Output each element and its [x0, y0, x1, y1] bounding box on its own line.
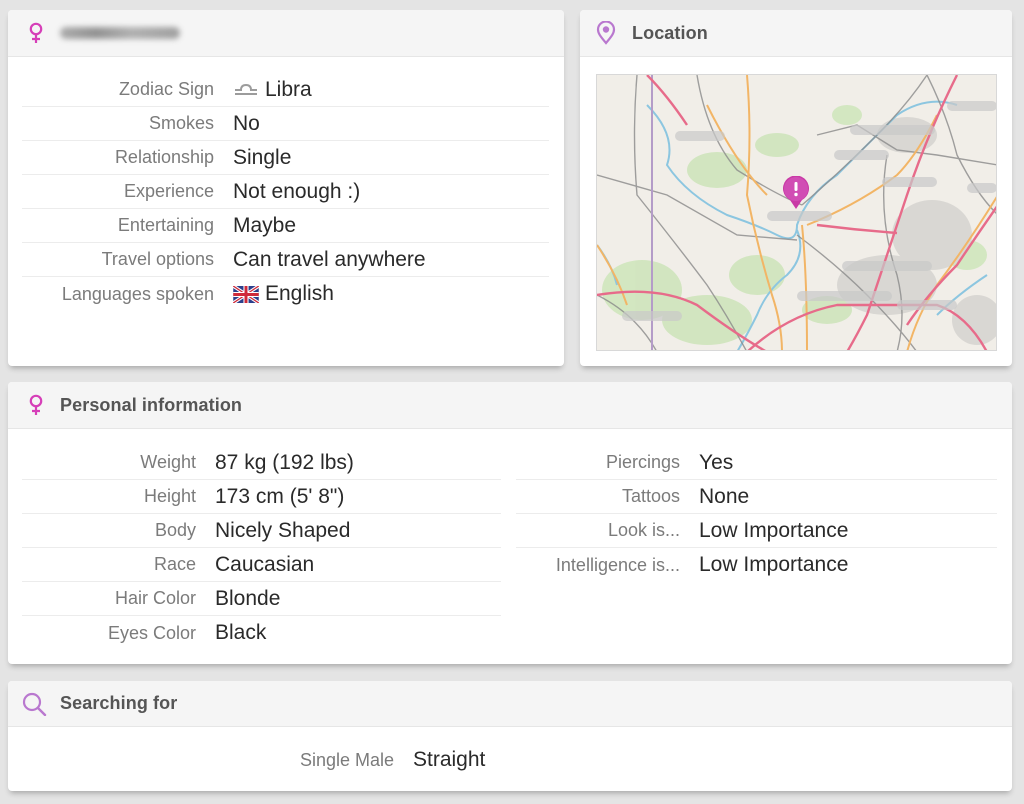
row-label: Zodiac Sign	[118, 79, 214, 99]
alert-marker-icon[interactable]	[782, 175, 810, 210]
row-label: Hair Color	[114, 588, 196, 608]
row-value: Low Importance	[699, 518, 849, 542]
search-icon	[22, 692, 48, 716]
searching-header: Searching for	[8, 681, 1012, 727]
row-value: None	[699, 484, 750, 508]
row-value: Libra	[233, 78, 312, 102]
row-value: Low Importance	[699, 553, 849, 576]
row-label: Travel options	[101, 249, 214, 269]
row-label: Experience	[123, 181, 214, 201]
username-blurred	[60, 27, 180, 39]
row-label: Piercings	[605, 452, 680, 472]
row-label: Tattoos	[621, 486, 680, 506]
map-canvas	[597, 75, 996, 350]
searching-row: Single Male Straight	[22, 743, 722, 777]
row-label: Height	[143, 486, 196, 506]
profile-row-zodiac: Zodiac Sign Libra	[22, 73, 549, 107]
personal-row-race: Race Caucasian	[22, 548, 501, 582]
profile-header	[8, 10, 564, 57]
row-value: 173 cm (5' 8")	[215, 484, 345, 508]
personal-row-body: Body Nicely Shaped	[22, 514, 501, 548]
row-label: Look is...	[607, 520, 680, 540]
personal-information-card: Personal information Weight 87 kg (192 l…	[8, 382, 1012, 664]
row-value: Blonde	[215, 586, 281, 610]
location-title: Location	[632, 22, 708, 43]
personal-row-tattoos: Tattoos None	[516, 480, 997, 514]
personal-row-weight: Weight 87 kg (192 lbs)	[22, 446, 501, 480]
row-label: Weight	[140, 452, 196, 472]
row-value: English	[233, 282, 334, 306]
libra-icon	[233, 83, 259, 96]
row-value: Single	[233, 145, 292, 169]
personal-header: Personal information	[8, 382, 1012, 429]
personal-left-rows: Weight 87 kg (192 lbs) Height 173 cm (5'…	[22, 446, 501, 650]
profile-row-relationship: Relationship Single	[22, 141, 549, 175]
personal-row-piercings: Piercings Yes	[516, 446, 997, 480]
personal-row-height: Height 173 cm (5' 8")	[22, 480, 501, 514]
searching-rows: Single Male Straight	[22, 743, 722, 777]
profile-row-smokes: Smokes No	[22, 107, 549, 141]
row-value: Nicely Shaped	[215, 518, 351, 542]
row-value: 87 kg (192 lbs)	[215, 450, 354, 474]
row-label: Languages spoken	[61, 283, 214, 304]
uk-flag-icon	[233, 285, 259, 303]
row-value: No	[233, 111, 260, 135]
row-label: Smokes	[148, 113, 214, 133]
row-label: Single Male	[299, 749, 394, 770]
row-value: Black	[215, 621, 267, 644]
profile-rows: Zodiac Sign Libra Smokes No Relationship…	[22, 73, 549, 311]
zodiac-value: Libra	[265, 77, 312, 101]
profile-row-travel: Travel options Can travel anywhere	[22, 243, 549, 277]
map-pin-icon	[596, 21, 616, 45]
row-label: Relationship	[114, 147, 214, 167]
personal-title: Personal information	[60, 394, 243, 415]
row-value: Maybe	[233, 213, 297, 237]
personal-right-rows: Piercings Yes Tattoos None Look is... Lo…	[516, 446, 997, 582]
personal-row-hair-color: Hair Color Blonde	[22, 582, 501, 616]
searching-title: Searching for	[60, 693, 178, 713]
location-header: Location	[580, 10, 1012, 57]
profile-row-languages: Languages spoken English	[22, 277, 549, 311]
profile-details-card: Zodiac Sign Libra Smokes No Relationship…	[8, 10, 564, 366]
language-value: English	[265, 282, 334, 305]
row-label: Entertaining	[117, 215, 214, 235]
profile-row-experience: Experience Not enough :)	[22, 175, 549, 209]
row-label: Eyes Color	[107, 622, 196, 643]
searching-for-card: Searching for Single Male Straight	[8, 681, 1012, 791]
row-label: Race	[153, 554, 196, 574]
female-icon	[26, 22, 46, 44]
location-map[interactable]	[596, 74, 997, 351]
row-label: Body	[154, 520, 196, 540]
profile-row-entertaining: Entertaining Maybe	[22, 209, 549, 243]
personal-row-look: Look is... Low Importance	[516, 514, 997, 548]
row-value: Straight	[413, 748, 486, 771]
row-value: Caucasian	[215, 552, 315, 576]
row-value: Yes	[699, 450, 734, 474]
row-label: Intelligence is...	[555, 554, 680, 575]
row-value: Not enough :)	[233, 179, 361, 203]
row-value: Can travel anywhere	[233, 247, 426, 271]
location-card: Location	[580, 10, 1012, 366]
female-icon	[26, 394, 46, 416]
personal-row-intelligence: Intelligence is... Low Importance	[516, 548, 997, 582]
personal-row-eyes-color: Eyes Color Black	[22, 616, 501, 650]
